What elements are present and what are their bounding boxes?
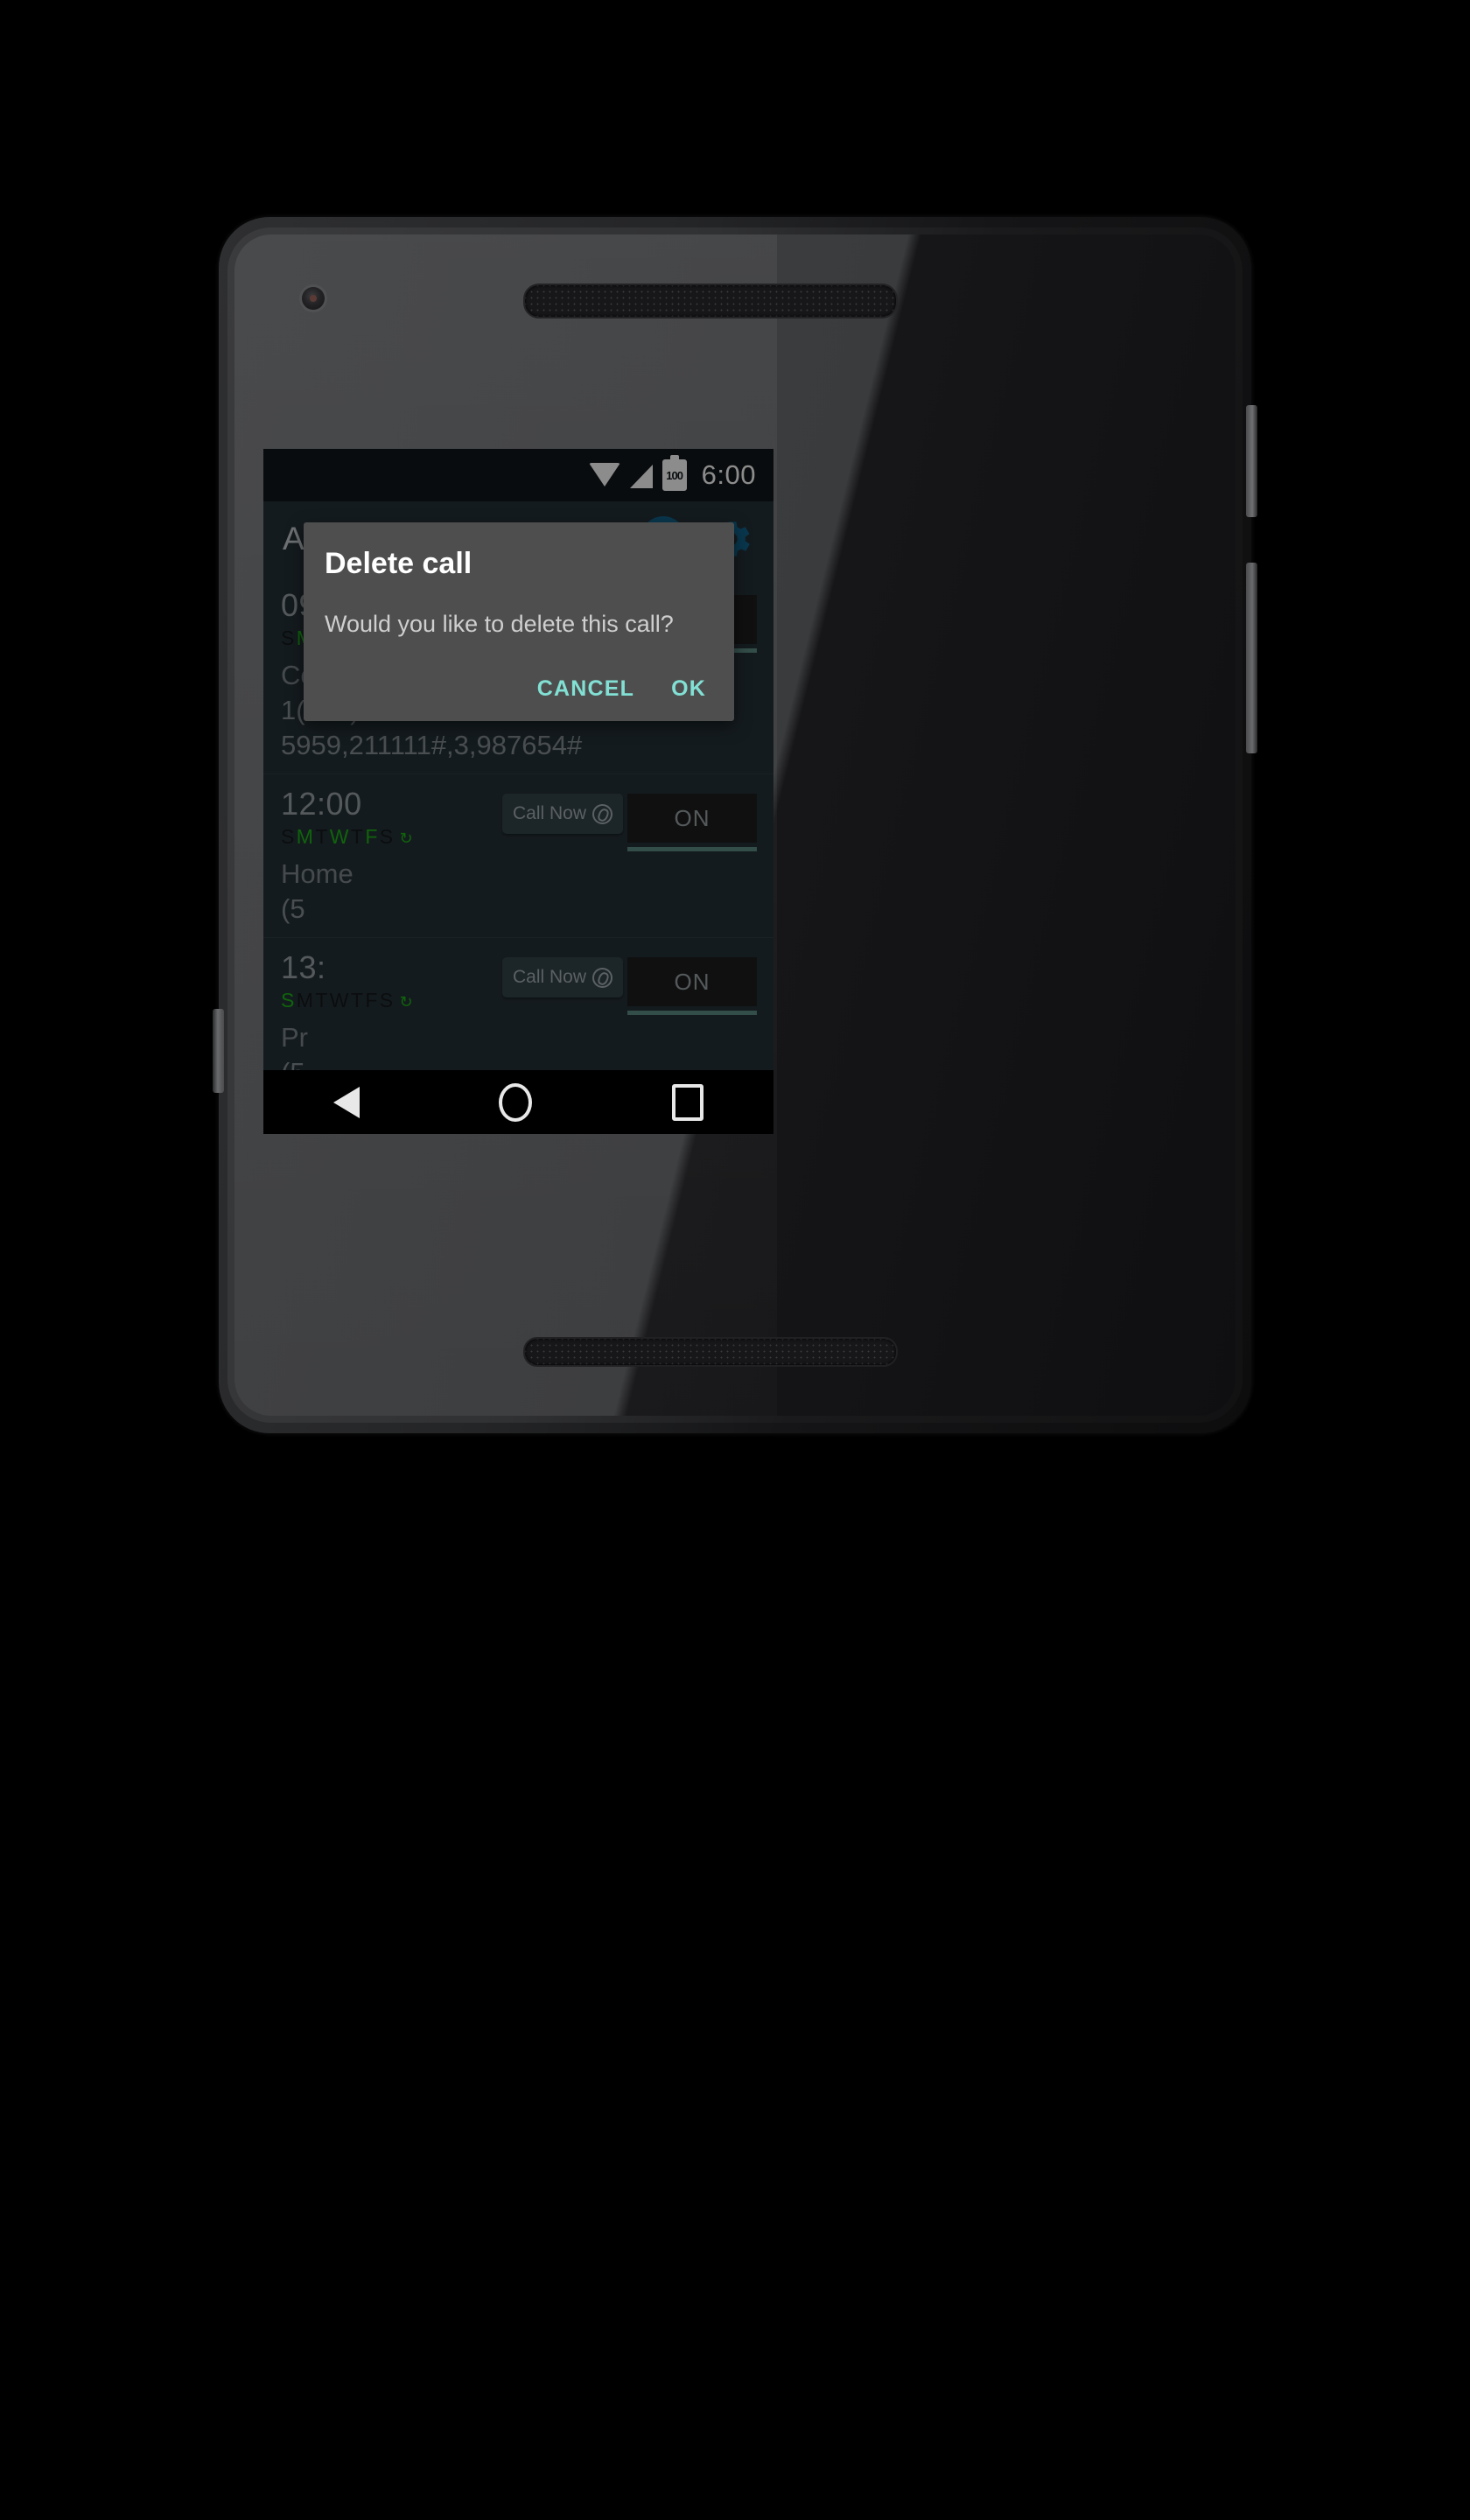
cancel-button[interactable]: CANCEL [534,669,638,709]
home-circle-icon[interactable] [499,1082,533,1122]
dialog-message: Would you like to delete this call? [325,611,674,637]
volume-rocker-button[interactable] [1246,563,1257,753]
dialog-title: Delete call [325,547,472,580]
recents-square-icon[interactable] [672,1083,704,1121]
back-triangle-icon[interactable] [332,1086,360,1118]
phone-screen: 100 6:00 Auto Dialer 09:00SMTWTFS↻Confer… [263,449,774,1134]
speaker-grille [523,284,898,318]
dialog-actions: CANCEL OK [325,669,713,709]
left-side-button[interactable] [213,1009,224,1093]
bottom-speaker-grille [523,1337,898,1367]
android-navigation-bar [263,1070,774,1134]
ok-button[interactable]: OK [668,669,710,709]
camera-icon [302,287,325,310]
delete-call-dialog: Delete call Would you like to delete thi… [304,522,734,721]
power-button[interactable] [1246,405,1257,517]
